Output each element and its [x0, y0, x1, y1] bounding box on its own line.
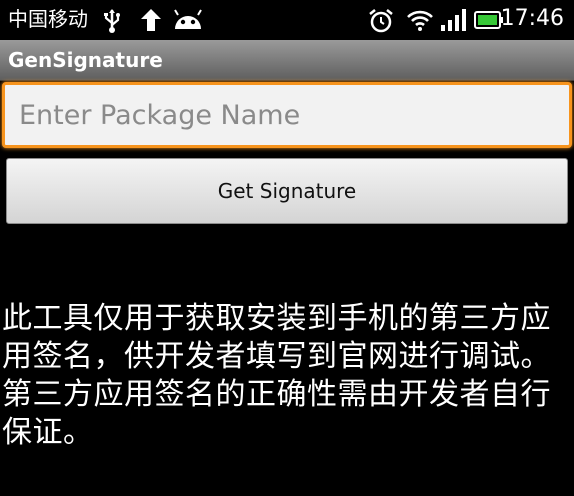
- usb-icon: [104, 9, 120, 33]
- get-signature-button[interactable]: Get Signature: [6, 158, 568, 224]
- wifi-icon: [407, 10, 433, 31]
- app-title: GenSignature: [8, 48, 163, 72]
- clock-time: 17:46: [500, 6, 564, 31]
- battery-icon: [474, 11, 503, 29]
- description-text: 此工具仅用于获取安装到手机的第三方应用签名，供开发者填写到官网进行调试。第三方应…: [2, 301, 551, 450]
- app-screen: 中国移动 17:46 GenSignature Enter Package Na…: [0, 0, 574, 496]
- carrier-name: 中国移动: [8, 7, 88, 31]
- status-bar: 中国移动 17:46: [0, 0, 574, 40]
- title-bar: GenSignature: [0, 40, 574, 81]
- android-icon: [174, 9, 202, 29]
- alarm-icon: [369, 9, 393, 33]
- package-name-input[interactable]: [2, 82, 572, 148]
- upload-icon: [141, 9, 161, 31]
- signal-icon: [441, 9, 466, 31]
